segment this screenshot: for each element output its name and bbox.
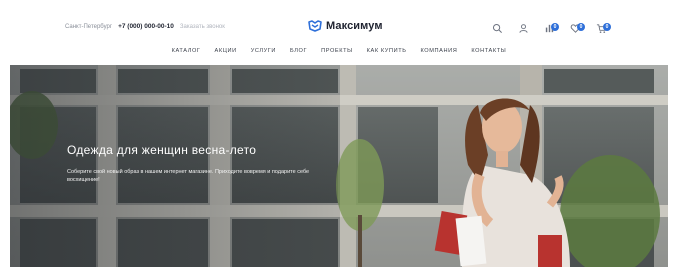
logo-text: Максимум: [326, 20, 383, 32]
page: Санкт-Петербург +7 (000) 000-00-10 Заказ…: [10, 0, 668, 267]
nav-item-blog[interactable]: Блог: [283, 48, 314, 54]
search-button[interactable]: [484, 21, 510, 35]
main-nav: Каталог Акции Услуги Блог Проекты Как ку…: [10, 48, 668, 54]
phone-number[interactable]: +7 (000) 000-00-10: [118, 23, 174, 30]
city-selector[interactable]: Санкт-Петербург: [65, 24, 112, 30]
callback-link[interactable]: Заказать звонок: [180, 24, 225, 30]
logo[interactable]: Максимум: [308, 20, 383, 32]
account-button[interactable]: [510, 21, 536, 35]
search-icon: [492, 23, 502, 33]
nav-item-catalog[interactable]: Каталог: [165, 48, 208, 54]
nav-item-projects[interactable]: Проекты: [314, 48, 360, 54]
header: Санкт-Петербург +7 (000) 000-00-10 Заказ…: [10, 0, 668, 42]
nav-item-company[interactable]: Компания: [413, 48, 464, 54]
cart-button[interactable]: 0: [588, 21, 614, 35]
hero-description: Соберите свой новый образ в нашем интерн…: [67, 169, 310, 183]
contact-block: Санкт-Петербург +7 (000) 000-00-10 Заказ…: [65, 23, 225, 30]
compare-count-badge: 0: [551, 23, 559, 31]
favorites-count-badge: 0: [577, 23, 585, 31]
nav-item-services[interactable]: Услуги: [244, 48, 283, 54]
nav-item-how-to-buy[interactable]: Как купить: [360, 48, 414, 54]
cart-count-badge: 0: [603, 23, 611, 31]
header-actions: 0 0 0: [484, 21, 614, 35]
logo-icon: [308, 20, 322, 32]
nav-item-contacts[interactable]: Контакты: [464, 48, 513, 54]
nav-item-promotions[interactable]: Акции: [208, 48, 244, 54]
hero-banner[interactable]: Одежда для женщин весна-лето Соберите св…: [10, 65, 668, 267]
favorites-button[interactable]: 0: [562, 21, 588, 35]
user-icon: [518, 23, 528, 33]
compare-button[interactable]: 0: [536, 21, 562, 35]
hero-title: Одежда для женщин весна-лето: [67, 143, 257, 157]
hero-overlay: [10, 65, 340, 267]
